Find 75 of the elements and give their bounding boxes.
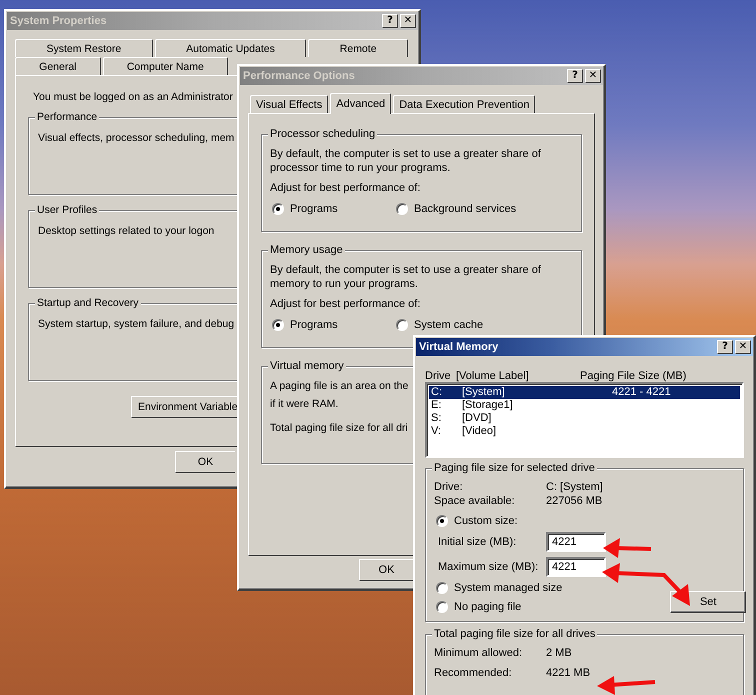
radio-option[interactable]: System managed size	[436, 582, 562, 594]
prompt-label: Adjust for best performance of:	[270, 181, 420, 195]
group-title: Paging file size for selected drive	[432, 462, 597, 474]
group-description: By default, the computer is set to use a greater share of processor time to run your programs.	[270, 147, 542, 175]
tab[interactable]: Automatic Updates	[154, 39, 306, 57]
tab[interactable]: Advanced	[330, 93, 392, 114]
admin-notice: You must be logged on as an Administrator	[32, 90, 233, 104]
tab[interactable]: Remote	[308, 39, 408, 57]
group-title: User Profiles	[35, 204, 100, 216]
group-description: By default, the computer is set to use a greater share of memory to run your programs.	[270, 263, 542, 291]
tab[interactable]: Computer Name	[102, 57, 228, 75]
size-field[interactable]: 4221	[546, 556, 606, 577]
info-value: 2 MB	[546, 646, 573, 659]
group-title: Performance	[35, 111, 100, 123]
radio-button[interactable]	[436, 514, 448, 527]
ok-button[interactable]: OK	[359, 559, 413, 581]
info-value: 4221 MB	[546, 666, 592, 679]
radio-button[interactable]	[436, 600, 448, 613]
group-description: Visual effects, processor scheduling, mem	[38, 131, 234, 145]
radio-button[interactable]	[272, 319, 284, 331]
tab[interactable]: System Restore	[15, 39, 153, 57]
column-header: Paging File Size (MB)	[580, 370, 686, 382]
environment-variables-button[interactable]: Environment Variable	[131, 396, 237, 418]
tab[interactable]: Visual Effects	[250, 95, 328, 113]
drive-row[interactable]: E: [Storage1]	[429, 399, 740, 412]
group-title: Total paging file size for all drives	[432, 628, 598, 640]
window-title: Performance Options	[243, 70, 355, 82]
group-description: if it were RAM.	[270, 397, 338, 411]
group-title: Memory usage	[268, 244, 345, 256]
prompt-label: Total paging file size for all dri	[270, 421, 408, 435]
radio-option[interactable]: Custom size:	[436, 514, 518, 527]
close-button[interactable]: ✕	[400, 14, 416, 28]
help-button[interactable]: ?	[567, 69, 583, 83]
info-label: Recommended:	[434, 666, 513, 679]
column-header: Drive	[425, 370, 452, 382]
close-button[interactable]: ✕	[585, 69, 601, 83]
tab[interactable]: Data Execution Prevention	[393, 95, 536, 113]
size-field[interactable]: 4221	[546, 532, 606, 552]
prompt-label: Adjust for best performance of:	[270, 297, 420, 311]
radio-option[interactable]: Programs	[272, 319, 396, 331]
radio-button[interactable]	[436, 582, 448, 594]
help-button[interactable]: ?	[717, 340, 733, 354]
info-label: Minimum allowed:	[434, 646, 524, 659]
column-header: [Volume Label]	[456, 370, 530, 382]
window-title: System Properties	[10, 15, 107, 27]
radio-button[interactable]	[396, 319, 408, 331]
close-button[interactable]: ✕	[735, 340, 751, 354]
group-description: System startup, system failure, and debug	[38, 317, 234, 331]
info-label: Drive:	[434, 480, 464, 493]
pointer-arrow	[597, 676, 656, 695]
field-label: Initial size (MB):	[438, 536, 518, 548]
field-label: Maximum size (MB):	[438, 560, 540, 573]
set-button[interactable]: Set	[670, 590, 746, 613]
info-value: C: [System]	[546, 480, 604, 493]
radio-button[interactable]	[396, 203, 408, 215]
drive-row[interactable]: C: [System] 4221 - 4221	[429, 386, 740, 399]
window-title: Virtual Memory	[419, 341, 498, 353]
group-title: Processor scheduling	[268, 128, 378, 140]
radio-option[interactable]: Background services	[396, 203, 516, 215]
group-title: Startup and Recovery	[35, 297, 141, 309]
radio-option[interactable]: Programs	[272, 203, 396, 215]
drive-row[interactable]: V: [Video]	[429, 425, 740, 438]
group-description: A paging file is an area on the	[270, 379, 408, 393]
ok-button[interactable]: OK	[175, 451, 235, 473]
drive-row[interactable]: S: [DVD]	[429, 412, 740, 425]
radio-option[interactable]: No paging file	[436, 600, 562, 613]
help-button[interactable]: ?	[382, 14, 398, 28]
group-description: Desktop settings related to your logon	[38, 224, 214, 238]
info-value: 227056 MB	[546, 494, 604, 507]
group-title: Virtual memory	[268, 360, 346, 372]
radio-option[interactable]: System cache	[396, 319, 484, 331]
info-label: Space available:	[434, 494, 516, 507]
radio-button[interactable]	[272, 203, 284, 215]
tab[interactable]: General	[15, 57, 101, 75]
pointer-arrow	[603, 538, 652, 558]
